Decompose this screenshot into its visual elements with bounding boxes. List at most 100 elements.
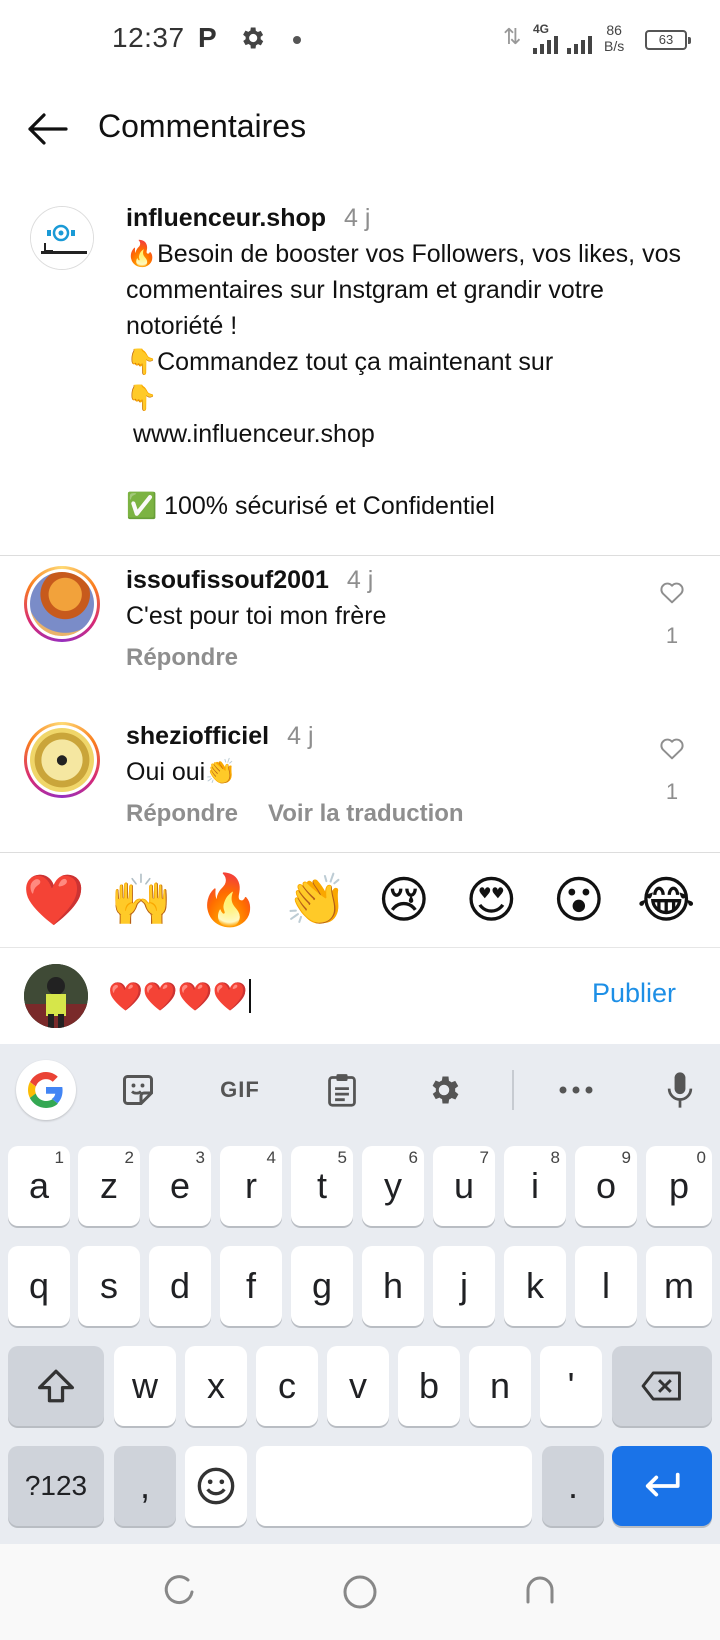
emoji-raising-hands[interactable]: 🙌: [103, 870, 179, 930]
microphone-icon[interactable]: [654, 1064, 706, 1116]
post-link[interactable]: www.influenceur.shop: [126, 416, 686, 452]
key-h[interactable]: h: [362, 1246, 424, 1326]
like-count: 1: [665, 623, 679, 648]
emoji-surprised[interactable]: 😮: [541, 870, 617, 930]
key-w[interactable]: w: [114, 1346, 176, 1426]
enter-key[interactable]: [612, 1446, 712, 1526]
key-d[interactable]: d: [149, 1246, 211, 1326]
back-arrow-icon[interactable]: [22, 104, 72, 154]
key-r[interactable]: r4: [220, 1146, 282, 1226]
key-v[interactable]: v: [327, 1346, 389, 1426]
key-u[interactable]: u7: [433, 1146, 495, 1226]
post-text-line: 👇Commandez tout ça maintenant sur👇: [126, 348, 554, 412]
battery-icon: 63: [645, 30, 691, 50]
key-e[interactable]: e3: [149, 1146, 211, 1226]
heart-outline-icon[interactable]: [659, 580, 685, 604]
comment-item: issoufissouf2001 4 j C'est pour toi mon f…: [0, 562, 720, 722]
gif-button[interactable]: GIF: [214, 1064, 266, 1116]
emoji-crying[interactable]: 😢: [366, 870, 442, 930]
more-options-icon[interactable]: [550, 1064, 602, 1116]
toolbar-divider: [512, 1070, 514, 1110]
comment-time: 4 j: [287, 722, 314, 750]
key-k[interactable]: k: [504, 1246, 566, 1326]
soft-keyboard: GIF a1 z2 e3 r4 t5 y6 u7 i8 o9 p0 q s d …: [0, 1044, 720, 1544]
recent-apps-icon[interactable]: [160, 1572, 200, 1612]
publish-button[interactable]: Publier: [592, 978, 676, 1009]
key-t[interactable]: t5: [291, 1146, 353, 1226]
key-a[interactable]: a1: [8, 1146, 70, 1226]
clipboard-icon[interactable]: [316, 1064, 368, 1116]
settings-gear-icon: [243, 27, 264, 49]
comment-input[interactable]: ❤️❤️❤️❤️: [108, 974, 548, 1018]
key-f[interactable]: f: [220, 1246, 282, 1326]
comments-header: Commentaires: [0, 84, 720, 174]
key-i[interactable]: i8: [504, 1146, 566, 1226]
key-x[interactable]: x: [185, 1346, 247, 1426]
emoji-key[interactable]: [185, 1446, 247, 1526]
comment-item: ⬤ sheziofficiel 4 j Oui oui👏 Répondre Voir…: [0, 718, 720, 852]
post-caption: influenceur.shop 4 j 🔥Besoin de booster v…: [0, 180, 720, 556]
avatar[interactable]: [30, 206, 94, 270]
comment-username[interactable]: issoufissouf2001: [126, 566, 329, 594]
data-transfer-icon: ⇅: [503, 24, 522, 49]
notification-dot: [293, 36, 301, 44]
see-translation-button[interactable]: Voir la traduction: [268, 800, 464, 827]
influenceur-logo-icon: [31, 207, 93, 269]
avatar[interactable]: ⬤: [24, 722, 100, 798]
comment-list[interactable]: issoufissouf2001 4 j C'est pour toi mon f…: [0, 560, 720, 852]
signal-icon: [533, 36, 592, 54]
heart-outline-icon[interactable]: [659, 736, 685, 760]
avatar[interactable]: [24, 566, 100, 642]
symbols-key[interactable]: ?123: [8, 1446, 104, 1526]
shift-arrow-icon: [38, 1369, 74, 1403]
key-n[interactable]: n: [469, 1346, 531, 1426]
shift-key[interactable]: [8, 1346, 104, 1426]
emoji-heart-eyes[interactable]: 😍: [453, 870, 529, 930]
comment-username[interactable]: sheziofficiel: [126, 722, 269, 750]
emoji-heart[interactable]: ❤️: [16, 870, 92, 930]
emoji-fire[interactable]: 🔥: [191, 870, 267, 930]
google-icon[interactable]: [16, 1060, 76, 1120]
enter-arrow-icon: [645, 1472, 680, 1497]
emoji-laughing[interactable]: 😂: [628, 870, 704, 930]
like-count: 1: [665, 779, 679, 804]
key-period[interactable]: .: [542, 1446, 604, 1526]
key-c[interactable]: c: [256, 1346, 318, 1426]
key-z[interactable]: z2: [78, 1146, 140, 1226]
keyboard-toolbar: GIF: [0, 1054, 720, 1126]
network-type: 4G: [533, 22, 550, 36]
network-speed: 86 B/s: [604, 22, 625, 54]
emoji-quick-bar: ❤️ 🙌 🔥 👏 😢 😍 😮 😂: [0, 852, 720, 948]
sticker-icon[interactable]: [112, 1064, 164, 1116]
backspace-key[interactable]: [612, 1346, 712, 1426]
key-comma[interactable]: ,: [114, 1446, 176, 1526]
key-l[interactable]: l: [575, 1246, 637, 1326]
key-q[interactable]: q: [8, 1246, 70, 1326]
post-text-line: [126, 452, 686, 488]
parking-icon: P: [198, 22, 217, 53]
emoji-clapping[interactable]: 👏: [278, 870, 354, 930]
reply-button[interactable]: Répondre: [126, 644, 238, 671]
comment-text: Oui oui👏: [126, 758, 237, 786]
key-j[interactable]: j: [433, 1246, 495, 1326]
key-o[interactable]: o9: [575, 1146, 637, 1226]
space-key[interactable]: [256, 1446, 532, 1526]
like-column: 1: [654, 580, 690, 649]
key-s[interactable]: s: [78, 1246, 140, 1326]
key-y[interactable]: y6: [362, 1146, 424, 1226]
key-apostrophe[interactable]: ': [540, 1346, 602, 1426]
key-b[interactable]: b: [398, 1346, 460, 1426]
settings-gear-icon[interactable]: [418, 1064, 470, 1116]
key-p[interactable]: p0: [646, 1146, 712, 1226]
shezi-logo-icon: ⬤: [56, 754, 68, 766]
text-caret: [249, 979, 252, 1013]
page-title: Commentaires: [98, 108, 307, 144]
post-text-line: ✅ 100% sécurisé et Confidentiel: [126, 492, 495, 520]
post-username[interactable]: influenceur.shop: [126, 204, 326, 232]
back-nav-icon[interactable]: [520, 1572, 560, 1612]
key-g[interactable]: g: [291, 1246, 353, 1326]
reply-button[interactable]: Répondre: [126, 800, 238, 827]
key-m[interactable]: m: [646, 1246, 712, 1326]
home-icon[interactable]: [340, 1572, 380, 1612]
comment-body: issoufissouf2001 4 j C'est pour toi mon f…: [126, 562, 626, 676]
